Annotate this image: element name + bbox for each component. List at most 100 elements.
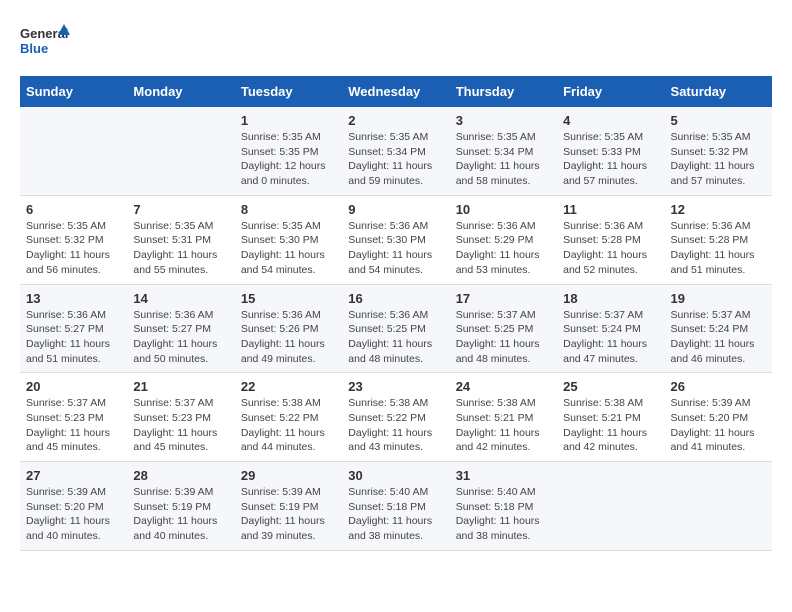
calendar-cell: 22 Sunrise: 5:38 AM Sunset: 5:22 PM Dayli… <box>235 373 342 462</box>
day-number: 31 <box>456 468 551 483</box>
calendar-cell: 2 Sunrise: 5:35 AM Sunset: 5:34 PM Daylig… <box>342 107 449 195</box>
day-info: Sunrise: 5:35 AM Sunset: 5:34 PM Dayligh… <box>456 130 551 189</box>
day-info: Sunrise: 5:37 AM Sunset: 5:23 PM Dayligh… <box>133 396 228 455</box>
day-number: 15 <box>241 291 336 306</box>
day-info: Sunrise: 5:36 AM Sunset: 5:27 PM Dayligh… <box>26 308 121 367</box>
day-info: Sunrise: 5:35 AM Sunset: 5:31 PM Dayligh… <box>133 219 228 278</box>
logo-svg: General Blue <box>20 20 70 60</box>
day-number: 1 <box>241 113 336 128</box>
calendar-header-row: SundayMondayTuesdayWednesdayThursdayFrid… <box>20 76 772 107</box>
day-number: 28 <box>133 468 228 483</box>
day-number: 30 <box>348 468 443 483</box>
calendar-cell <box>557 462 664 551</box>
day-info: Sunrise: 5:36 AM Sunset: 5:27 PM Dayligh… <box>133 308 228 367</box>
calendar-cell: 4Sunrise: 5:35 AM Sunset: 5:33 PM Daylig… <box>557 107 664 195</box>
page-header: General Blue <box>20 20 772 60</box>
day-info: Sunrise: 5:35 AM Sunset: 5:32 PM Dayligh… <box>26 219 121 278</box>
calendar-cell: 28 Sunrise: 5:39 AM Sunset: 5:19 PM Dayli… <box>127 462 234 551</box>
day-info: Sunrise: 5:35 AM Sunset: 5:33 PM Dayligh… <box>563 130 658 189</box>
day-number: 21 <box>133 379 228 394</box>
calendar-week-row: 20Sunrise: 5:37 AM Sunset: 5:23 PM Dayli… <box>20 373 772 462</box>
calendar-cell: 11 Sunrise: 5:36 AM Sunset: 5:28 PM Dayli… <box>557 195 664 284</box>
col-header-monday: Monday <box>127 76 234 107</box>
calendar-cell: 1 Sunrise: 5:35 AM Sunset: 5:35 PM Daylig… <box>235 107 342 195</box>
calendar-cell: 29 Sunrise: 5:39 AM Sunset: 5:19 PM Dayli… <box>235 462 342 551</box>
calendar-week-row: 27 Sunrise: 5:39 AM Sunset: 5:20 PM Dayli… <box>20 462 772 551</box>
day-info: Sunrise: 5:36 AM Sunset: 5:28 PM Dayligh… <box>671 219 766 278</box>
calendar-cell <box>665 462 772 551</box>
day-number: 11 <box>563 202 658 217</box>
day-info: Sunrise: 5:38 AM Sunset: 5:22 PM Dayligh… <box>241 396 336 455</box>
day-number: 8 <box>241 202 336 217</box>
day-number: 23 <box>348 379 443 394</box>
day-info: Sunrise: 5:39 AM Sunset: 5:20 PM Dayligh… <box>26 485 121 544</box>
day-number: 14 <box>133 291 228 306</box>
day-info: Sunrise: 5:37 AM Sunset: 5:23 PM Dayligh… <box>26 396 121 455</box>
calendar-cell: 12Sunrise: 5:36 AM Sunset: 5:28 PM Dayli… <box>665 195 772 284</box>
day-info: Sunrise: 5:35 AM Sunset: 5:32 PM Dayligh… <box>671 130 766 189</box>
calendar-cell: 18 Sunrise: 5:37 AM Sunset: 5:24 PM Dayli… <box>557 284 664 373</box>
col-header-wednesday: Wednesday <box>342 76 449 107</box>
day-info: Sunrise: 5:39 AM Sunset: 5:19 PM Dayligh… <box>241 485 336 544</box>
day-number: 3 <box>456 113 551 128</box>
day-number: 6 <box>26 202 121 217</box>
calendar-week-row: 13 Sunrise: 5:36 AM Sunset: 5:27 PM Dayli… <box>20 284 772 373</box>
calendar-cell: 15 Sunrise: 5:36 AM Sunset: 5:26 PM Dayli… <box>235 284 342 373</box>
calendar-cell: 23 Sunrise: 5:38 AM Sunset: 5:22 PM Dayli… <box>342 373 449 462</box>
calendar-cell <box>20 107 127 195</box>
day-info: Sunrise: 5:36 AM Sunset: 5:26 PM Dayligh… <box>241 308 336 367</box>
calendar-cell: 27 Sunrise: 5:39 AM Sunset: 5:20 PM Dayli… <box>20 462 127 551</box>
calendar-cell: 16Sunrise: 5:36 AM Sunset: 5:25 PM Dayli… <box>342 284 449 373</box>
day-number: 5 <box>671 113 766 128</box>
day-number: 29 <box>241 468 336 483</box>
col-header-thursday: Thursday <box>450 76 557 107</box>
day-info: Sunrise: 5:35 AM Sunset: 5:35 PM Dayligh… <box>241 130 336 189</box>
calendar-cell: 20Sunrise: 5:37 AM Sunset: 5:23 PM Dayli… <box>20 373 127 462</box>
calendar-cell: 14 Sunrise: 5:36 AM Sunset: 5:27 PM Dayli… <box>127 284 234 373</box>
calendar-cell: 5 Sunrise: 5:35 AM Sunset: 5:32 PM Daylig… <box>665 107 772 195</box>
day-number: 18 <box>563 291 658 306</box>
day-number: 17 <box>456 291 551 306</box>
col-header-friday: Friday <box>557 76 664 107</box>
day-number: 27 <box>26 468 121 483</box>
calendar-cell: 7 Sunrise: 5:35 AM Sunset: 5:31 PM Daylig… <box>127 195 234 284</box>
calendar-cell: 17Sunrise: 5:37 AM Sunset: 5:25 PM Dayli… <box>450 284 557 373</box>
day-info: Sunrise: 5:39 AM Sunset: 5:20 PM Dayligh… <box>671 396 766 455</box>
calendar-cell: 21 Sunrise: 5:37 AM Sunset: 5:23 PM Dayli… <box>127 373 234 462</box>
calendar-week-row: 6 Sunrise: 5:35 AM Sunset: 5:32 PM Daylig… <box>20 195 772 284</box>
calendar-cell: 25Sunrise: 5:38 AM Sunset: 5:21 PM Dayli… <box>557 373 664 462</box>
day-info: Sunrise: 5:37 AM Sunset: 5:24 PM Dayligh… <box>563 308 658 367</box>
calendar-cell: 8 Sunrise: 5:35 AM Sunset: 5:30 PM Daylig… <box>235 195 342 284</box>
calendar-cell: 24 Sunrise: 5:38 AM Sunset: 5:21 PM Dayli… <box>450 373 557 462</box>
col-header-tuesday: Tuesday <box>235 76 342 107</box>
day-info: Sunrise: 5:40 AM Sunset: 5:18 PM Dayligh… <box>456 485 551 544</box>
day-info: Sunrise: 5:38 AM Sunset: 5:21 PM Dayligh… <box>456 396 551 455</box>
col-header-saturday: Saturday <box>665 76 772 107</box>
calendar-cell: 19Sunrise: 5:37 AM Sunset: 5:24 PM Dayli… <box>665 284 772 373</box>
day-info: Sunrise: 5:35 AM Sunset: 5:30 PM Dayligh… <box>241 219 336 278</box>
calendar-cell: 13 Sunrise: 5:36 AM Sunset: 5:27 PM Dayli… <box>20 284 127 373</box>
day-number: 22 <box>241 379 336 394</box>
calendar-cell: 6 Sunrise: 5:35 AM Sunset: 5:32 PM Daylig… <box>20 195 127 284</box>
calendar-cell: 10Sunrise: 5:36 AM Sunset: 5:29 PM Dayli… <box>450 195 557 284</box>
col-header-sunday: Sunday <box>20 76 127 107</box>
svg-text:Blue: Blue <box>20 41 48 56</box>
calendar-cell: 30Sunrise: 5:40 AM Sunset: 5:18 PM Dayli… <box>342 462 449 551</box>
day-number: 16 <box>348 291 443 306</box>
calendar-cell: 31 Sunrise: 5:40 AM Sunset: 5:18 PM Dayli… <box>450 462 557 551</box>
day-number: 13 <box>26 291 121 306</box>
day-info: Sunrise: 5:38 AM Sunset: 5:22 PM Dayligh… <box>348 396 443 455</box>
day-info: Sunrise: 5:36 AM Sunset: 5:30 PM Dayligh… <box>348 219 443 278</box>
calendar-table: SundayMondayTuesdayWednesdayThursdayFrid… <box>20 76 772 551</box>
day-number: 25 <box>563 379 658 394</box>
day-info: Sunrise: 5:36 AM Sunset: 5:28 PM Dayligh… <box>563 219 658 278</box>
day-number: 7 <box>133 202 228 217</box>
day-number: 9 <box>348 202 443 217</box>
calendar-cell <box>127 107 234 195</box>
day-number: 26 <box>671 379 766 394</box>
day-number: 24 <box>456 379 551 394</box>
day-number: 2 <box>348 113 443 128</box>
day-info: Sunrise: 5:39 AM Sunset: 5:19 PM Dayligh… <box>133 485 228 544</box>
day-info: Sunrise: 5:36 AM Sunset: 5:29 PM Dayligh… <box>456 219 551 278</box>
day-info: Sunrise: 5:35 AM Sunset: 5:34 PM Dayligh… <box>348 130 443 189</box>
